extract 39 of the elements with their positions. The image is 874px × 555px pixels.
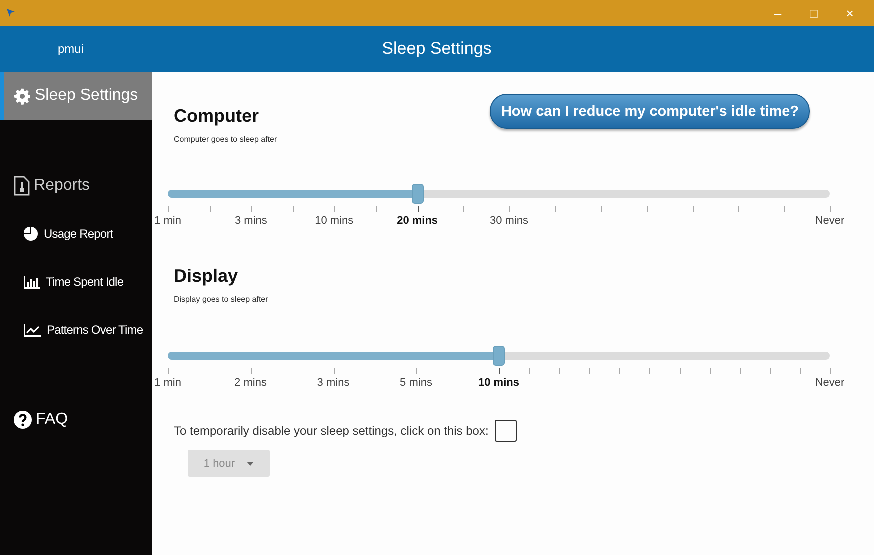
tick-label: 5 mins	[400, 377, 432, 389]
tick-label: 3 mins	[234, 215, 268, 227]
help-button[interactable]: How can I reduce my computer's idle time?	[490, 94, 810, 129]
section-title: Display	[174, 266, 240, 287]
section-caption: Computer goes to sleep after	[174, 135, 278, 144]
tick-label: 2 mins	[234, 377, 267, 389]
minimize-button[interactable]: –	[760, 6, 796, 20]
close-button[interactable]: ×	[832, 6, 868, 20]
tick-label: 10 mins	[315, 215, 354, 227]
sidebar-item[interactable]: Time Spent Idle	[0, 258, 152, 306]
app-name: pmui	[57, 42, 86, 56]
tick-label: Never	[815, 215, 845, 227]
caret-icon	[247, 462, 254, 466]
tick-label: Never	[815, 377, 845, 389]
tick-label: 1 min	[154, 215, 182, 227]
sidebar-item[interactable]: Patterns Over Time	[0, 306, 152, 354]
checkbox-label: To temporarily disable your sleep settings, click on this box:	[174, 424, 489, 438]
page-title: Sleep Settings	[381, 39, 493, 59]
sidebar-item[interactable]: Usage Report	[0, 210, 152, 258]
sidebar-item[interactable]: Sleep Settings	[0, 72, 152, 120]
sidebar-item[interactable]: FAQ	[0, 396, 152, 444]
checkbox[interactable]	[494, 420, 517, 442]
slider-thumb[interactable]	[412, 184, 424, 204]
slider-thumb[interactable]	[493, 346, 505, 366]
section-caption: Display goes to sleep after	[174, 295, 268, 304]
bar-chart-icon	[24, 276, 40, 288]
document-icon	[14, 176, 30, 196]
line-chart-icon	[24, 324, 41, 336]
tick-label: 30 mins	[490, 215, 528, 227]
tick-label: 3 mins	[317, 377, 350, 389]
tick-label: 1 min	[154, 377, 182, 389]
tick-label: 10 mins	[478, 377, 520, 389]
pie-chart-icon	[24, 227, 38, 241]
app-icon	[6, 8, 16, 18]
tick-label: 20 mins	[397, 215, 438, 227]
gear-icon	[14, 88, 31, 104]
section-title: Computer	[174, 106, 260, 127]
sidebar-item[interactable]: Reports	[0, 162, 152, 210]
help-icon	[14, 411, 32, 429]
